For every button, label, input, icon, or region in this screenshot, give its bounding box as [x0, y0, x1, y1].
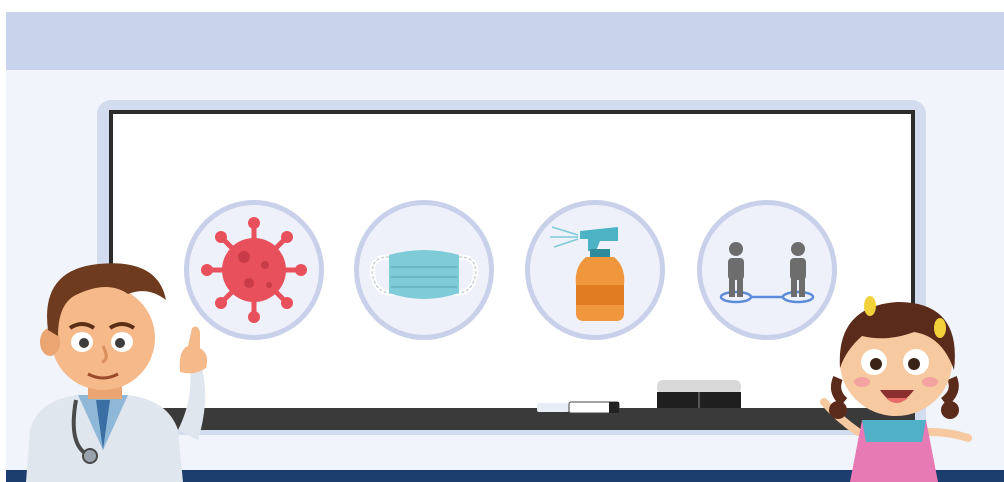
spray-bottle-icon — [550, 226, 625, 321]
person-icon — [790, 242, 806, 297]
whiteboard-tray — [109, 408, 915, 430]
spray-bottle-circle — [525, 200, 665, 340]
doctor-character — [26, 263, 208, 482]
whiteboard-scene — [0, 0, 1004, 482]
social-distance-icon — [719, 242, 815, 304]
eraser-icon — [657, 380, 741, 408]
girl-character — [820, 296, 972, 482]
face-mask-icon — [369, 250, 479, 299]
person-icon — [728, 242, 744, 297]
marker-icon — [537, 401, 620, 414]
social-distance-circle — [697, 200, 837, 340]
face-mask-circle — [354, 200, 494, 340]
header-band — [6, 12, 1004, 70]
